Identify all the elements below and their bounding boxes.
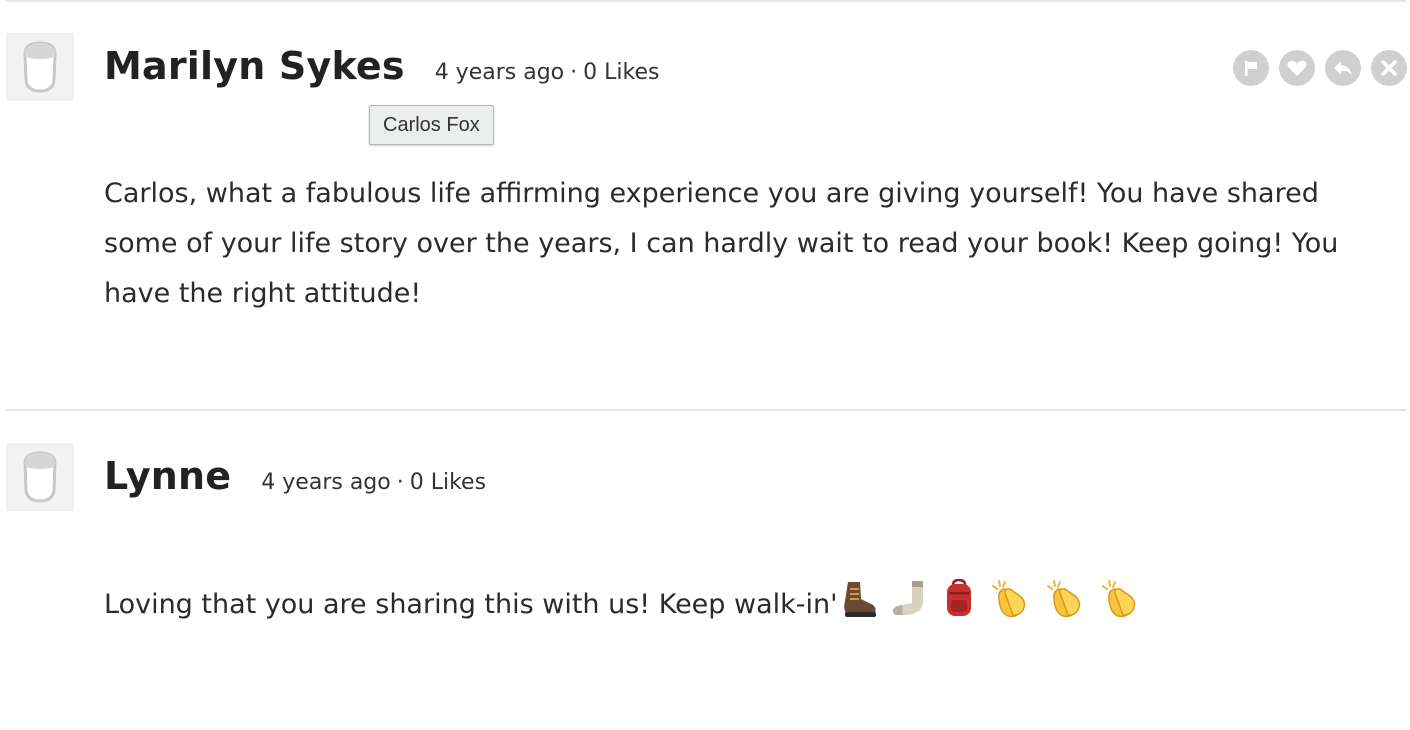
comment-header: Lynne 4 years ago · 0 Likes	[104, 454, 486, 498]
comment-actions	[1233, 50, 1407, 86]
close-icon	[1381, 60, 1397, 76]
comment-header: Marilyn Sykes 4 years ago · 0 Likes	[104, 44, 659, 88]
heart-icon	[1287, 60, 1307, 76]
comment-text: Loving that you are sharing this with us…	[104, 578, 1394, 636]
flag-button[interactable]	[1233, 50, 1269, 86]
timestamp[interactable]: 4 years ago	[261, 470, 390, 495]
timestamp[interactable]: 4 years ago	[435, 60, 564, 85]
emoji-group	[840, 578, 1145, 636]
comment-meta: 4 years ago · 0 Likes	[261, 470, 486, 495]
divider-top	[6, 0, 1406, 2]
author-name[interactable]: Lynne	[104, 454, 231, 498]
reply-button[interactable]	[1325, 50, 1361, 86]
comment-meta: 4 years ago · 0 Likes	[435, 60, 660, 85]
clapping-hands-icon	[1101, 580, 1135, 618]
hiking-boot-icon	[843, 582, 876, 617]
reply-icon	[1334, 61, 1352, 75]
meta-separator: ·	[570, 60, 578, 85]
clapping-hands-icon	[1046, 580, 1081, 618]
likes-count[interactable]: 0 Likes	[583, 60, 659, 85]
default-avatar-icon	[23, 41, 57, 93]
likes-count[interactable]: 0 Likes	[410, 470, 486, 495]
avatar[interactable]	[6, 33, 74, 101]
tooltip: Carlos Fox	[369, 105, 494, 145]
comment-divider	[6, 409, 1406, 411]
delete-button[interactable]	[1371, 50, 1407, 86]
meta-separator: ·	[396, 470, 404, 495]
like-button[interactable]	[1279, 50, 1315, 86]
backpack-icon	[946, 578, 971, 616]
avatar[interactable]	[6, 443, 74, 511]
comment-text: Carlos, what a fabulous life affirming e…	[104, 178, 1339, 309]
comment-text-content: Loving that you are sharing this with us…	[104, 589, 838, 620]
clapping-hands-icon	[992, 580, 1026, 618]
flag-icon	[1245, 61, 1257, 76]
default-avatar-icon	[23, 451, 57, 503]
sock-icon	[893, 581, 924, 615]
author-name[interactable]: Marilyn Sykes	[104, 44, 405, 88]
